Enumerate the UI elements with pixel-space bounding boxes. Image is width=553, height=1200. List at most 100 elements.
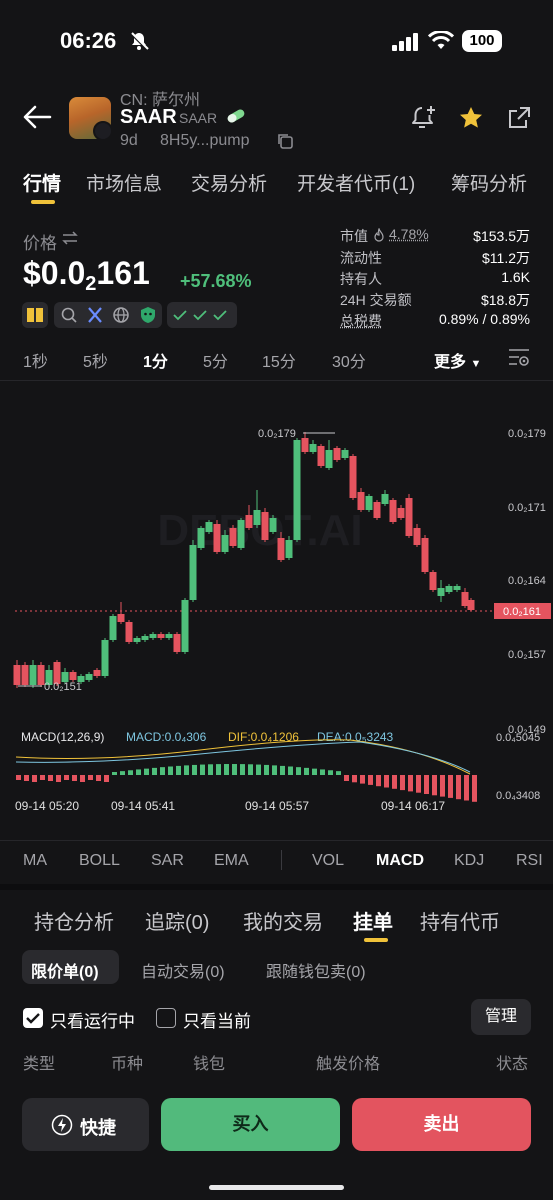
macd-bar	[56, 775, 61, 782]
macd-bar	[136, 769, 141, 775]
buy-button[interactable]: 买入	[161, 1098, 340, 1151]
tab-position-analysis[interactable]: 持仓分析	[34, 906, 114, 935]
candle-body	[467, 600, 475, 610]
tab-dev-tokens[interactable]: 开发者代币(1)	[297, 169, 415, 196]
swap-icon[interactable]	[61, 231, 79, 250]
indicator-macd[interactable]: MACD	[376, 852, 424, 870]
stat-value-24h-volume: $18.8万	[480, 292, 530, 308]
candle-body	[309, 444, 317, 452]
candle-body	[461, 592, 469, 606]
checkbox-running[interactable]	[23, 1008, 43, 1028]
checkbox-current[interactable]	[156, 1008, 176, 1028]
macd-bar	[344, 775, 349, 781]
sell-button[interactable]: 卖出	[352, 1098, 531, 1151]
fire-icon	[373, 227, 385, 247]
stat-label-tax: 总税费	[340, 313, 382, 329]
macd-bar	[128, 770, 133, 775]
indicator-ema[interactable]: EMA	[214, 852, 249, 870]
candle-body	[69, 672, 77, 680]
macd-bar	[184, 765, 189, 775]
globe-icon[interactable]	[112, 306, 130, 329]
macd-bar	[80, 775, 85, 782]
x-twitter-icon[interactable]	[86, 306, 104, 329]
lightning-icon	[51, 1114, 73, 1141]
time-axis-label: 09-14 05:57	[245, 799, 309, 811]
timeframe-1m[interactable]: 1分	[143, 348, 168, 372]
candle-body	[285, 540, 293, 558]
macd-bar	[96, 775, 101, 781]
tab-market[interactable]: 行情	[23, 169, 61, 196]
macd-bar	[280, 765, 285, 775]
indicator-vol[interactable]: VOL	[312, 852, 344, 870]
search-icon[interactable]	[60, 306, 78, 329]
tab-holdings[interactable]: 持有代币	[420, 906, 500, 935]
tab-trade-analysis[interactable]: 交易分析	[191, 169, 267, 196]
macd-bar	[328, 770, 333, 775]
indicator-sar[interactable]: SAR	[151, 852, 184, 870]
tab-my-trades[interactable]: 我的交易	[243, 906, 323, 935]
candle-body	[253, 510, 261, 525]
order-type-follow[interactable]: 跟随钱包卖(0)	[266, 958, 366, 982]
copy-icon[interactable]	[276, 132, 294, 155]
order-type-auto[interactable]: 自动交易(0)	[141, 958, 225, 982]
macd-bar	[312, 768, 317, 775]
candle-body	[189, 545, 197, 600]
signal-icon	[392, 33, 420, 56]
column-status: 状态	[496, 1056, 529, 1073]
candlestick-chart[interactable]: DEBOT.AI MACD(12,26,9) MACD:0.0₄306 DIF:0.…	[0, 381, 553, 811]
chart-settings-icon[interactable]	[507, 346, 531, 373]
macd-bar	[400, 775, 405, 791]
macd-bar	[464, 775, 469, 801]
candle-body	[269, 518, 277, 532]
macd-bar	[416, 775, 421, 793]
candle-body	[165, 634, 173, 638]
tab-chip-analysis[interactable]: 筹码分析	[451, 169, 527, 196]
time-axis-label: 09-14 05:41	[111, 799, 175, 811]
macd-value: MACD:0.0₄306	[126, 730, 207, 744]
macd-bar	[160, 767, 165, 775]
indicator-rsi[interactable]: RSI	[516, 852, 543, 870]
shield-bot-icon[interactable]	[139, 306, 157, 329]
macd-bar	[168, 766, 173, 775]
add-alert-icon[interactable]	[410, 104, 438, 137]
current-price-label: 0.0₂161	[503, 606, 541, 618]
timeframe-5m[interactable]: 5分	[203, 348, 228, 372]
candle-body	[93, 670, 101, 676]
caret-down-icon: ▼	[470, 358, 482, 370]
timeframe-1s[interactable]: 1秒	[23, 348, 48, 372]
macd-bar	[448, 775, 453, 798]
indicator-boll[interactable]: BOLL	[79, 852, 120, 870]
favorite-star-icon[interactable]	[458, 105, 484, 136]
indicator-kdj[interactable]: KDJ	[454, 852, 484, 870]
timeframe-30m[interactable]: 30分	[332, 348, 366, 372]
macd-bar	[112, 772, 117, 775]
macd-bar	[72, 775, 77, 781]
macd-bar	[224, 764, 229, 775]
indicator-ma[interactable]: MA	[23, 852, 47, 870]
share-icon[interactable]	[506, 105, 532, 136]
more-timeframes-button[interactable]: 更多 ▼	[434, 348, 481, 372]
book-icon[interactable]	[26, 306, 44, 329]
candle-body	[133, 638, 141, 642]
timeframe-5s[interactable]: 5秒	[83, 348, 108, 372]
stat-value-tax: 0.89% / 0.89%	[438, 311, 530, 327]
candle-body	[365, 496, 373, 510]
candle-body	[389, 500, 397, 522]
tab-market-info[interactable]: 市场信息	[86, 169, 162, 196]
manage-button[interactable]: 管理	[471, 999, 531, 1035]
more-label: 更多	[434, 354, 467, 371]
candle-body	[21, 665, 29, 685]
candle-body	[261, 512, 269, 540]
macd-bar	[440, 775, 445, 797]
wifi-icon	[427, 30, 455, 56]
candle-body	[333, 448, 341, 460]
tab-orders[interactable]: 挂单	[353, 906, 393, 935]
back-button[interactable]	[22, 104, 52, 135]
tab-tracking[interactable]: 追踪(0)	[145, 906, 209, 935]
time-axis-label: 09-14 06:17	[381, 799, 445, 811]
filter-running-label: 只看运行中	[50, 1012, 135, 1031]
macd-bar	[144, 768, 149, 775]
check-icon	[172, 307, 234, 328]
timeframe-15m[interactable]: 15分	[262, 348, 296, 372]
token-avatar	[69, 97, 113, 141]
